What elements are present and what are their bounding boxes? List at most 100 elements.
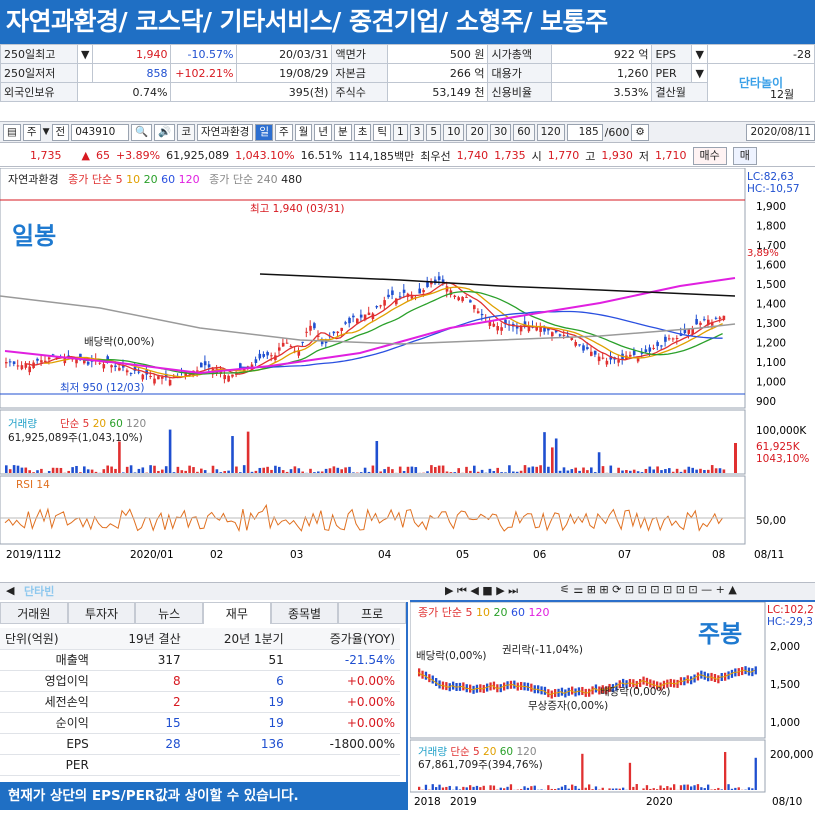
dropdown-arrow-icon[interactable]: ▼ — [43, 127, 50, 137]
weekly-volume-bar — [540, 789, 542, 790]
toolbar-icons[interactable]: ⚟ ⚌ ⊞ ⊞ ⟳ ⊡ ⊡ ⊡ ⊡ ⊡ ⊡ — + ▲ — [560, 583, 737, 596]
candle-body — [138, 372, 141, 373]
weekly-chart-panel[interactable]: 2,0001,5001,000200,00020182019202008/10 … — [410, 600, 815, 810]
volume-bar — [715, 468, 718, 473]
volume-bar — [325, 469, 328, 473]
chart-scrollbar[interactable]: ◀ 단타빈 ▶ ⏮ ◀ ■ ▶ ⏭ ⚟ ⚌ ⊞ ⊞ ⟳ ⊡ ⊡ ⊡ ⊡ ⊡ ⊡ … — [0, 582, 815, 600]
volume-bar — [415, 467, 418, 473]
tab-brokers[interactable]: 거래원 — [0, 602, 68, 624]
dropdown-arrow-icon[interactable]: ▼ — [78, 45, 93, 64]
minute-60[interactable]: 60 — [513, 124, 534, 141]
tab-program[interactable]: 프로 — [338, 602, 406, 624]
stock-code-input[interactable]: 043910 — [71, 124, 129, 141]
weekly-volume-bar — [547, 785, 549, 790]
volume-bar — [691, 468, 694, 473]
tab-financial[interactable]: 재무 — [203, 602, 271, 624]
candle-body — [36, 359, 39, 361]
tab-by-stock[interactable]: 종목별 — [271, 602, 339, 624]
volume-bar — [40, 469, 43, 473]
high-label: 고 — [585, 148, 595, 164]
minute-3[interactable]: 3 — [410, 124, 425, 141]
lc-label: LC:82,63 — [747, 171, 794, 183]
candle-body — [699, 323, 702, 325]
whole-button[interactable]: 전 — [52, 124, 70, 141]
daily-chart-area[interactable]: 1,9001,8001,7001,6001,5001,4001,3001,200… — [0, 168, 815, 582]
price-tick-label: 1,800 — [756, 221, 786, 233]
high-price: 1,930 — [601, 149, 633, 162]
volume-legend-name: 거래량 — [8, 416, 37, 431]
minute-10[interactable]: 10 — [443, 124, 464, 141]
minute-5[interactable]: 5 — [426, 124, 441, 141]
dropdown-arrow-icon[interactable]: ▼ — [692, 64, 707, 83]
weekly-volume-bar — [656, 789, 658, 790]
volume-bar — [173, 472, 176, 473]
candle-body — [153, 379, 156, 384]
period-second[interactable]: 초 — [354, 124, 372, 141]
extra-button[interactable]: 매 — [733, 147, 757, 165]
stock-info-table: 250일최고 ▼ 1,940 -10.57% 20/03/31 액면가 500 … — [0, 44, 815, 102]
speaker-icon[interactable]: 🔊 — [154, 124, 175, 141]
candle-body — [559, 334, 562, 335]
volume-bar — [637, 471, 640, 473]
weekly-volume-bar — [659, 786, 661, 790]
scroll-right-icon[interactable]: ▶ ⏮ ◀ ■ ▶ ⏭ — [445, 584, 518, 598]
info-value: 53,149 천 — [388, 83, 488, 102]
volume-bar — [641, 472, 644, 473]
weekly-annotation: 배당락(0,00%) — [416, 648, 487, 663]
period-tick[interactable]: 틱 — [373, 124, 391, 141]
weekly-chart[interactable]: 2,0001,5001,000200,00020182019202008/10 — [410, 602, 815, 810]
daily-chart[interactable]: 1,9001,8001,7001,6001,5001,4001,3001,200… — [0, 168, 815, 582]
grid-icon[interactable]: ▤ — [3, 124, 21, 141]
notice-banner: 현재가 상단의 EPS/PER값과 상이할 수 있습니다. — [0, 782, 408, 810]
period-minute[interactable]: 분 — [334, 124, 352, 141]
weekly-volume-bar — [717, 788, 719, 790]
candle-body — [282, 343, 285, 346]
volume-bar — [711, 465, 714, 473]
tab-investors[interactable]: 투자자 — [68, 602, 136, 624]
volume-bar — [56, 468, 59, 473]
x-tick-label: 02 — [210, 549, 223, 561]
candle-body — [305, 332, 308, 333]
candle-body — [5, 362, 8, 363]
volume-bar — [465, 467, 468, 473]
weekly-volume-bar — [612, 789, 614, 790]
candle-body — [703, 319, 706, 320]
volume-bar — [333, 466, 336, 473]
x-tick-label: 04 — [378, 549, 392, 561]
settings-icon[interactable]: ⚙ — [631, 124, 648, 141]
info-value: 12월 — [770, 86, 794, 102]
candle-body — [21, 365, 24, 369]
name-button[interactable]: 코 — [177, 124, 195, 141]
candle-body — [578, 344, 581, 345]
period-month[interactable]: 월 — [295, 124, 313, 141]
candle-body — [259, 354, 262, 359]
period-year[interactable]: 년 — [314, 124, 332, 141]
weekly-volume-bar — [449, 786, 451, 790]
period-week[interactable]: 주 — [275, 124, 293, 141]
buy-button[interactable]: 매수 — [693, 147, 727, 165]
weekly-legend: 종가 단순 5 10 20 60 120 — [418, 604, 549, 620]
count-total: /600 — [605, 126, 630, 139]
search-icon[interactable]: 🔍 — [131, 124, 152, 141]
minute-120[interactable]: 120 — [537, 124, 565, 141]
date-input[interactable]: 2020/08/11 — [746, 124, 815, 141]
scroll-left-icon[interactable]: ◀ — [6, 584, 14, 597]
best-buy: 1,735 — [494, 149, 526, 162]
weekly-volume-bar — [483, 786, 485, 790]
volume: 61,925,089 — [166, 149, 229, 162]
volume-bar — [645, 469, 648, 473]
minute-1[interactable]: 1 — [393, 124, 408, 141]
minute-20[interactable]: 20 — [466, 124, 487, 141]
candle-body — [290, 346, 293, 347]
volume-bar — [161, 470, 164, 473]
period-day[interactable]: 일 — [255, 124, 273, 141]
stock-type-select[interactable]: 주 — [23, 124, 41, 141]
volume-bar — [617, 468, 620, 473]
count-input[interactable]: 185 — [567, 124, 603, 141]
volume-bar — [95, 472, 98, 473]
minute-30[interactable]: 30 — [490, 124, 511, 141]
legend-stock-name: 자연과환경 — [8, 173, 59, 186]
dropdown-arrow-icon[interactable]: ▼ — [692, 45, 707, 64]
tab-news[interactable]: 뉴스 — [135, 602, 203, 624]
volume-tick-label: 100,000K — [756, 425, 807, 437]
